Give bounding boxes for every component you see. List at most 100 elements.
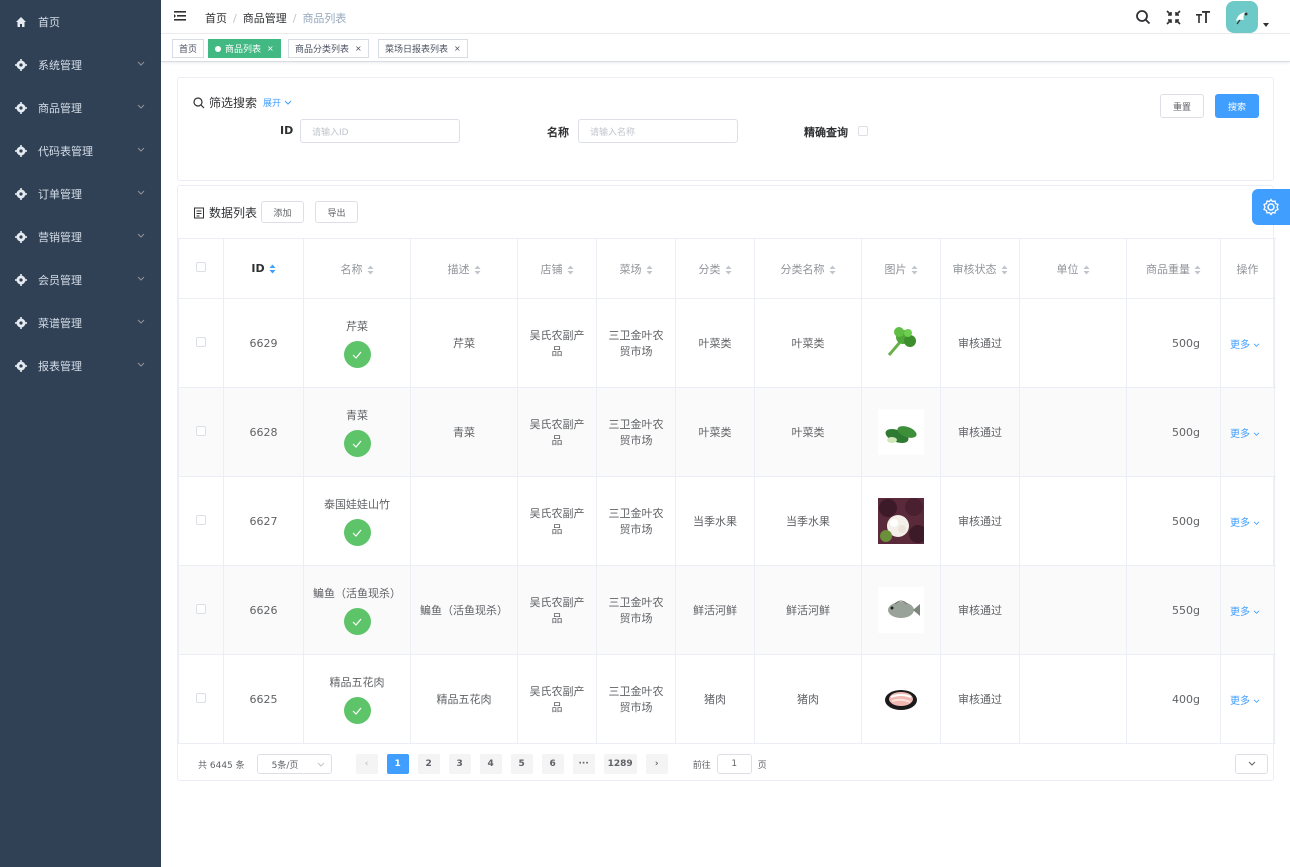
page-button[interactable]: 2 <box>417 754 440 774</box>
breadcrumb-goods[interactable]: 商品管理 <box>243 12 287 25</box>
column-header[interactable]: 操作 <box>1220 238 1275 299</box>
close-icon[interactable]: × <box>355 44 362 53</box>
select-all-checkbox[interactable] <box>196 262 206 272</box>
row-checkbox[interactable] <box>196 692 206 703</box>
pork-image[interactable] <box>878 676 924 722</box>
sort-icon[interactable] <box>829 265 836 275</box>
page-button[interactable]: 3 <box>448 754 471 774</box>
check-icon[interactable] <box>343 341 371 368</box>
table-cell-desc: 精品五花肉 <box>410 654 518 744</box>
chevron-down-icon <box>137 272 145 285</box>
sidebar-item-6[interactable]: 会员管理 <box>0 258 161 301</box>
sort-icon[interactable] <box>911 265 918 275</box>
settings-icon <box>14 316 28 330</box>
column-header[interactable]: 分类 <box>675 238 755 299</box>
more-dropdown[interactable]: 更多 <box>1230 340 1260 351</box>
sort-icon[interactable] <box>725 265 732 275</box>
id-input[interactable]: 请输入ID <box>300 119 460 143</box>
sort-icon[interactable] <box>367 265 374 275</box>
sort-icon[interactable] <box>269 264 276 274</box>
goto-page-input[interactable]: 1 <box>716 754 752 774</box>
column-header-label: 名称 <box>340 262 363 276</box>
sort-icon[interactable] <box>646 265 653 275</box>
tag-daily-report[interactable]: 菜场日报表列表 × <box>378 39 468 58</box>
page-size-select[interactable]: 5条/页 <box>256 754 332 774</box>
sort-icon[interactable] <box>1083 265 1090 275</box>
sort-icon[interactable] <box>1194 265 1201 275</box>
next-page-button[interactable]: › <box>645 754 668 774</box>
name-input[interactable]: 请输入名称 <box>578 119 738 143</box>
close-icon[interactable]: × <box>454 44 461 53</box>
column-settings-dropdown[interactable] <box>1235 754 1268 774</box>
bok-choy-image[interactable] <box>878 409 924 455</box>
close-icon[interactable]: × <box>267 44 274 53</box>
check-icon[interactable] <box>343 697 371 724</box>
more-dropdown[interactable]: 更多 <box>1230 518 1260 529</box>
row-checkbox[interactable] <box>196 425 206 436</box>
column-header[interactable]: 图片 <box>861 238 941 299</box>
column-header[interactable]: 单位 <box>1019 238 1127 299</box>
caret-down-icon[interactable] <box>1262 18 1270 31</box>
column-header[interactable]: 描述 <box>410 238 518 299</box>
sidebar-item-2[interactable]: 商品管理 <box>0 86 161 129</box>
hamburger-icon[interactable] <box>173 9 187 26</box>
column-header[interactable]: 审核状态 <box>940 238 1020 299</box>
exact-query-checkbox[interactable] <box>858 126 868 136</box>
page-button[interactable]: 1 <box>386 754 409 774</box>
reset-button[interactable]: 重置 <box>1160 94 1204 118</box>
more-dropdown[interactable]: 更多 <box>1230 607 1260 618</box>
fullscreen-exit-icon[interactable] <box>1158 2 1188 32</box>
check-icon[interactable] <box>343 608 371 635</box>
column-header[interactable]: 名称 <box>303 238 411 299</box>
table-cell-cat_name: 叶菜类 <box>754 387 862 477</box>
check-icon[interactable] <box>343 519 371 546</box>
avatar[interactable] <box>1226 1 1258 33</box>
search-button[interactable]: 搜索 <box>1215 94 1259 118</box>
sidebar-item-4[interactable]: 订单管理 <box>0 172 161 215</box>
page-button[interactable]: 1289 <box>603 754 637 774</box>
search-icon[interactable] <box>1128 2 1158 32</box>
check-icon[interactable] <box>343 430 371 457</box>
add-button[interactable]: 添加 <box>261 201 304 223</box>
sidebar-item-5[interactable]: 营销管理 <box>0 215 161 258</box>
sort-icon[interactable] <box>474 265 481 275</box>
page-button[interactable]: 4 <box>479 754 502 774</box>
cell-text: 6625 <box>249 692 278 706</box>
filter-panel: 筛选搜索 展开 ID 请输入ID 名称 请输入名称 精确查询 重置 搜索 <box>177 77 1274 181</box>
fish-image[interactable] <box>878 587 924 633</box>
settings-gear-button[interactable] <box>1252 189 1290 225</box>
export-button[interactable]: 导出 <box>315 201 358 223</box>
row-checkbox[interactable] <box>196 603 206 614</box>
table-cell-desc: 鳊鱼（活鱼现杀） <box>410 565 518 655</box>
column-header[interactable]: 菜场 <box>596 238 676 299</box>
more-dropdown[interactable]: 更多 <box>1230 429 1260 440</box>
sidebar-item-3[interactable]: 代码表管理 <box>0 129 161 172</box>
column-header[interactable]: 店铺 <box>517 238 597 299</box>
more-dropdown[interactable]: 更多 <box>1230 696 1260 707</box>
row-checkbox[interactable] <box>196 514 206 525</box>
mangosteen-image[interactable] <box>878 498 924 544</box>
expand-toggle[interactable]: 展开 <box>263 96 292 109</box>
sidebar-item-7[interactable]: 菜谱管理 <box>0 301 161 344</box>
sidebar-item-8[interactable]: 报表管理 <box>0 344 161 387</box>
sort-icon[interactable] <box>1001 265 1008 275</box>
sort-icon[interactable] <box>567 265 574 275</box>
table-cell-desc: 芹菜 <box>410 298 518 388</box>
tag-category-list[interactable]: 商品分类列表 × <box>288 39 369 58</box>
sidebar-item-0[interactable]: 首页 <box>0 0 161 43</box>
page-button[interactable]: ··· <box>572 754 595 774</box>
column-header[interactable]: ID <box>223 238 304 299</box>
breadcrumb-home[interactable]: 首页 <box>205 12 227 25</box>
table-cell-shop: 吴氏农副产品 <box>517 654 597 744</box>
page-button[interactable]: 5 <box>510 754 533 774</box>
column-header[interactable]: 商品重量 <box>1126 238 1221 299</box>
prev-page-button[interactable]: ‹ <box>355 754 378 774</box>
tag-goods-list[interactable]: 商品列表 × <box>208 39 281 58</box>
column-header[interactable]: 分类名称 <box>754 238 862 299</box>
tag-home[interactable]: 首页 <box>172 39 205 58</box>
sidebar-item-1[interactable]: 系统管理 <box>0 43 161 86</box>
font-size-icon[interactable] <box>1188 2 1218 32</box>
row-checkbox[interactable] <box>196 336 206 347</box>
page-button[interactable]: 6 <box>541 754 564 774</box>
celery-image[interactable] <box>878 320 924 366</box>
